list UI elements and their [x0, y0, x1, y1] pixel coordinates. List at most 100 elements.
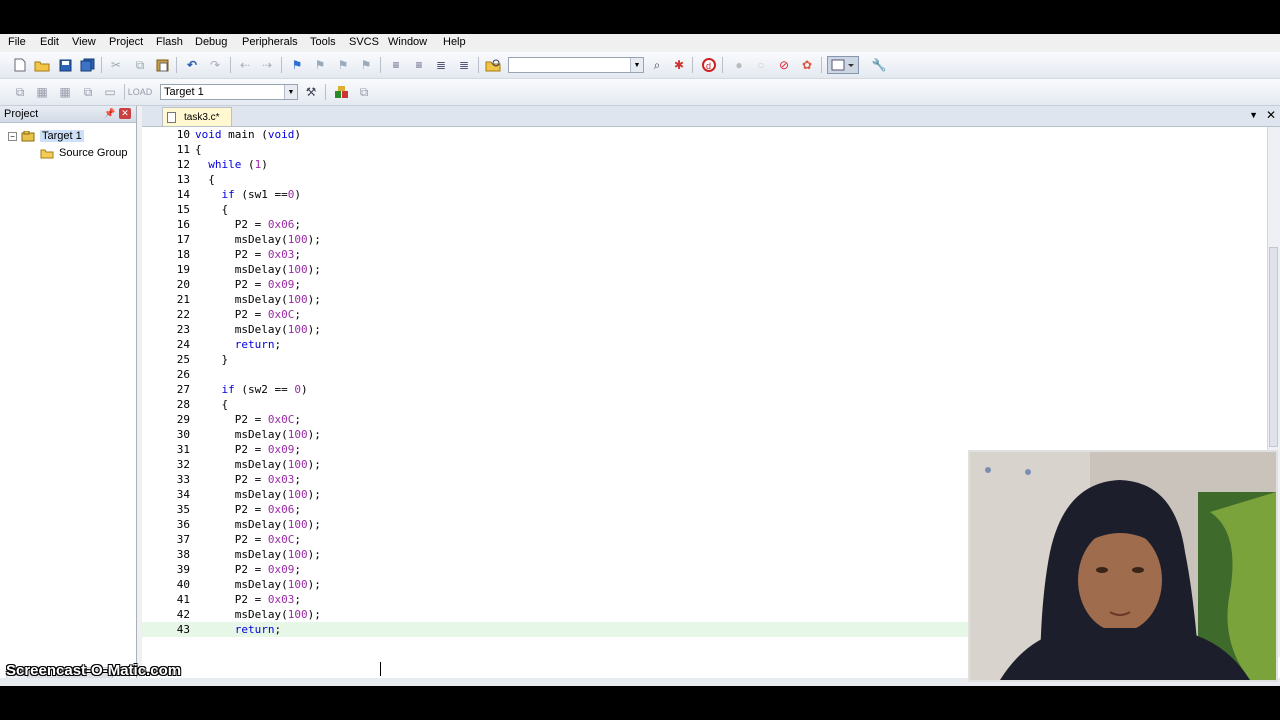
copy-icon[interactable]: ⧉: [131, 56, 149, 74]
manage-components-icon[interactable]: [332, 83, 350, 101]
code-line[interactable]: 10 void main (void): [142, 127, 1262, 142]
menu-peripherals[interactable]: Peripherals: [242, 36, 298, 48]
navigate-forward-icon[interactable]: ⇢: [258, 56, 276, 74]
menu-flash[interactable]: Flash: [156, 36, 183, 48]
code-line[interactable]: 28 {: [142, 397, 1262, 412]
line-number: 18: [176, 248, 190, 261]
code-line[interactable]: 16 P2 = 0x06;: [142, 217, 1262, 232]
comment-icon[interactable]: ≣: [432, 56, 450, 74]
target-select[interactable]: Target 1 ▼: [160, 84, 298, 100]
line-number: 17: [176, 233, 190, 246]
toolbar-separator: [692, 57, 693, 73]
chevron-down-icon[interactable]: ▼: [630, 58, 643, 72]
unindent-icon[interactable]: ≡: [410, 56, 428, 74]
close-icon[interactable]: ✕: [1266, 108, 1276, 122]
menu-project[interactable]: Project: [109, 36, 143, 48]
code-line[interactable]: 23 msDelay(100);: [142, 322, 1262, 337]
code-line[interactable]: 20 P2 = 0x09;: [142, 277, 1262, 292]
code-line[interactable]: 18 P2 = 0x03;: [142, 247, 1262, 262]
find-icon[interactable]: ⌕: [648, 56, 666, 74]
line-number: 20: [176, 278, 190, 291]
target-options-icon[interactable]: ⚒: [302, 83, 320, 101]
toolbar-separator: [478, 57, 479, 73]
menu-debug[interactable]: Debug: [195, 36, 227, 48]
tab-task3-c[interactable]: task3.c*: [162, 107, 232, 126]
clear-bookmarks-icon[interactable]: ⚑: [357, 56, 375, 74]
code-line[interactable]: 22 P2 = 0x0C;: [142, 307, 1262, 322]
chevron-down-icon[interactable]: ▼: [284, 85, 297, 99]
code-line[interactable]: 21 msDelay(100);: [142, 292, 1262, 307]
line-number: 26: [176, 368, 190, 381]
open-folder-icon[interactable]: [33, 56, 51, 74]
debug-session-icon[interactable]: d: [700, 56, 718, 74]
tab-label: task3.c*: [184, 111, 220, 123]
save-icon[interactable]: [56, 56, 74, 74]
project-panel-header: Project 📌 ✕: [0, 106, 136, 123]
menu-view[interactable]: View: [72, 36, 96, 48]
tree-item-source-group[interactable]: Source Group: [40, 145, 127, 161]
redo-icon[interactable]: ↷: [206, 56, 224, 74]
menu-help[interactable]: Help: [443, 36, 466, 48]
build-icon[interactable]: ▦: [33, 83, 51, 101]
code-line[interactable]: 24 return;: [142, 337, 1262, 352]
breakpoint-icon[interactable]: ●: [730, 56, 748, 74]
next-bookmark-icon[interactable]: ⚑: [334, 56, 352, 74]
code-line[interactable]: 14 if (sw1 ==0): [142, 187, 1262, 202]
code-text: if (sw1 ==0): [221, 188, 301, 201]
menu-tools[interactable]: Tools: [310, 36, 336, 48]
find-combo[interactable]: ▼: [508, 57, 644, 73]
code-line[interactable]: 27 if (sw2 == 0): [142, 382, 1262, 397]
code-line[interactable]: 25 }: [142, 352, 1262, 367]
code-text: msDelay(100);: [195, 263, 321, 276]
line-number: 27: [176, 383, 190, 396]
find-in-files-icon[interactable]: [484, 56, 502, 74]
target-icon: [21, 130, 35, 141]
window-layout-icon[interactable]: [827, 56, 859, 74]
tree-item-target[interactable]: − Target 1: [8, 128, 84, 144]
indent-icon[interactable]: ≡: [387, 56, 405, 74]
undo-icon[interactable]: ↶: [183, 56, 201, 74]
bookmark-icon[interactable]: ⚑: [288, 56, 306, 74]
tree-expander[interactable]: −: [8, 131, 17, 141]
line-number: 19: [176, 263, 190, 276]
code-line[interactable]: 30 msDelay(100);: [142, 427, 1262, 442]
code-line[interactable]: 26: [142, 367, 1262, 382]
previous-bookmark-icon[interactable]: ⚑: [311, 56, 329, 74]
paste-icon[interactable]: [153, 56, 171, 74]
disable-all-breakpoints-icon[interactable]: ✿: [798, 56, 816, 74]
file-extensions-icon[interactable]: ⧉: [355, 83, 373, 101]
toolbar-separator: [230, 57, 231, 73]
tab-list-icon[interactable]: ▼: [1249, 110, 1258, 120]
rebuild-icon[interactable]: ▦: [56, 83, 74, 101]
code-line[interactable]: 11 {: [142, 142, 1262, 157]
menu-file[interactable]: File: [8, 36, 26, 48]
pin-icon[interactable]: 📌: [104, 108, 115, 119]
disable-breakpoint-icon[interactable]: ○: [752, 56, 770, 74]
stop-build-icon[interactable]: ▭: [101, 83, 119, 101]
incremental-find-icon[interactable]: ✱: [670, 56, 688, 74]
kill-breakpoints-icon[interactable]: ⊘: [775, 56, 793, 74]
cut-icon[interactable]: ✂: [107, 56, 125, 74]
navigate-back-icon[interactable]: ⇠: [236, 56, 254, 74]
menu-window[interactable]: Window: [388, 36, 427, 48]
uncomment-icon[interactable]: ≣: [455, 56, 473, 74]
code-line[interactable]: 17 msDelay(100);: [142, 232, 1262, 247]
code-text: if (sw2 == 0): [221, 383, 308, 396]
save-all-icon[interactable]: [78, 56, 96, 74]
translate-icon[interactable]: ⧉: [11, 83, 29, 101]
code-line[interactable]: 13 {: [142, 172, 1262, 187]
code-line[interactable]: 15 {: [142, 202, 1262, 217]
batch-build-icon[interactable]: ⧉: [79, 83, 97, 101]
download-icon[interactable]: LOAD: [128, 83, 153, 101]
new-file-icon[interactable]: [11, 56, 29, 74]
close-icon[interactable]: ✕: [119, 108, 131, 119]
configure-icon[interactable]: 🔧: [870, 56, 888, 74]
code-line[interactable]: 29 P2 = 0x0C;: [142, 412, 1262, 427]
code-line[interactable]: 12 while (1): [142, 157, 1262, 172]
target-select-value: Target 1: [164, 86, 204, 98]
code-line[interactable]: 19 msDelay(100);: [142, 262, 1262, 277]
build-toolbar: ⧉ ▦ ▦ ⧉ ▭ LOAD Target 1 ▼ ⚒ ⧉: [0, 79, 1280, 106]
menu-edit[interactable]: Edit: [40, 36, 59, 48]
scroll-thumb[interactable]: [1269, 247, 1278, 447]
menu-svcs[interactable]: SVCS: [349, 36, 379, 48]
